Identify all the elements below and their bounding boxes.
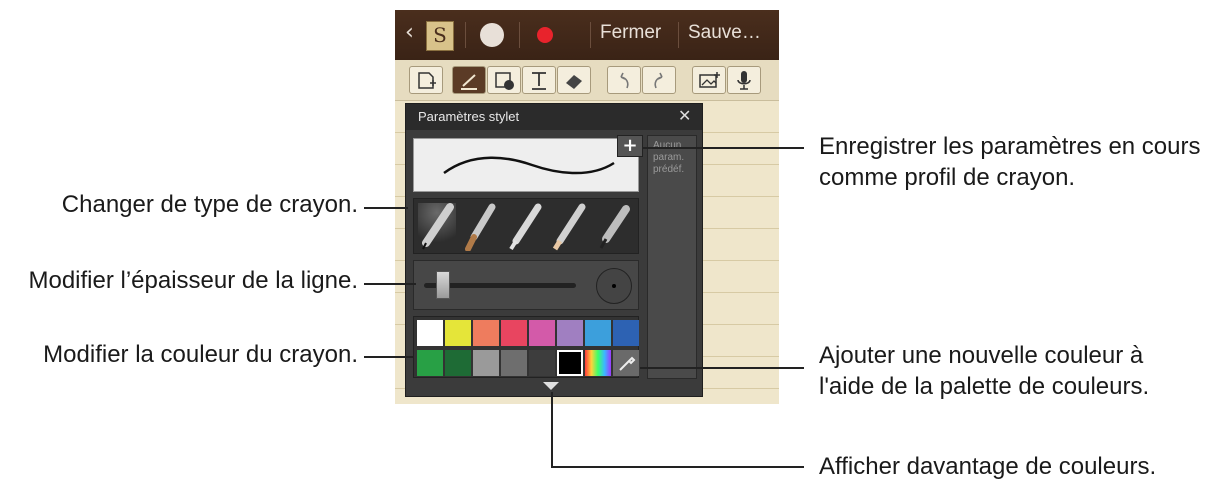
callout-thickness: Modifier l’épaisseur de la ligne. [28, 267, 358, 294]
thickness-preview [596, 268, 632, 304]
chisel-icon [552, 203, 586, 251]
pen-type-pen[interactable] [418, 203, 456, 251]
redo-icon [654, 72, 663, 89]
leader-line-add-color [640, 367, 804, 369]
color-swatch[interactable] [585, 320, 611, 346]
voice-button[interactable] [727, 66, 761, 94]
page-add-button[interactable] [409, 66, 443, 94]
shape-icon [495, 72, 514, 90]
insert-image-button[interactable] [692, 66, 726, 94]
marker-icon [599, 205, 630, 249]
more-colors-arrow-icon[interactable] [543, 382, 559, 390]
spectrum-swatch[interactable] [585, 350, 611, 376]
text-icon [532, 72, 546, 90]
eraser-icon [566, 75, 582, 89]
leader-line-more-colors-horizontal [551, 466, 804, 468]
s-note-app-icon[interactable]: S [426, 21, 454, 51]
pen-icon [461, 74, 477, 90]
leader-line-pen-type [364, 207, 408, 209]
color-swatch-selected[interactable] [557, 350, 583, 376]
pen-type-marker[interactable] [594, 203, 632, 251]
stroke-preview-curve [443, 156, 615, 175]
callout-save-profile-line1: Enregistrer les paramètres en cours [819, 133, 1201, 160]
pen-type-brush[interactable] [462, 203, 500, 252]
preset-list: Aucun param. prédéf. [647, 135, 697, 379]
callout-color: Modifier la couleur du crayon. [43, 341, 358, 368]
stroke-preview [413, 138, 639, 192]
pencil-icon [509, 203, 542, 251]
pen-type-chisel[interactable] [550, 203, 588, 251]
help-icon[interactable] [480, 23, 504, 47]
pen-tool-button[interactable] [452, 66, 486, 94]
action-bar: ‹ S Fermer Sauve… [395, 10, 779, 60]
undo-button[interactable] [607, 66, 641, 94]
color-swatch[interactable] [445, 350, 471, 376]
leader-line-save-profile [642, 147, 804, 149]
callout-add-color-line2: l'aide de la palette de couleurs. [819, 373, 1150, 400]
leader-line-more-colors-vertical [551, 392, 553, 468]
panel-title: Paramètres stylet [418, 109, 520, 124]
redo-button[interactable] [642, 66, 676, 94]
callout-add-color-line1: Ajouter une nouvelle couleur à [819, 342, 1144, 369]
close-button[interactable]: Fermer [600, 22, 661, 44]
close-icon[interactable]: ✕ [678, 104, 691, 130]
pen-type-pencil[interactable] [506, 203, 544, 251]
color-palette [413, 316, 639, 378]
color-swatch[interactable] [501, 320, 527, 346]
undo-icon [620, 72, 629, 89]
pen-type-selector [413, 198, 639, 254]
save-button[interactable]: Sauve… [688, 22, 761, 44]
insert-image-icon [699, 72, 720, 88]
thickness-slider-thumb[interactable] [436, 271, 450, 299]
color-swatch[interactable] [417, 350, 443, 376]
color-swatch[interactable] [613, 320, 639, 346]
panel-header: Paramètres stylet ✕ [406, 104, 702, 130]
callout-pen-type: Changer de type de crayon. [61, 191, 358, 218]
eraser-tool-button[interactable] [557, 66, 591, 94]
thickness-control [413, 260, 639, 310]
microphone-icon [737, 71, 751, 90]
color-swatch[interactable] [529, 350, 555, 376]
text-tool-button[interactable] [522, 66, 556, 94]
leader-line-color [364, 356, 414, 358]
preset-empty-text: Aucun param. prédéf. [653, 140, 685, 175]
pen-nib-icon [422, 203, 454, 250]
add-preset-button[interactable]: + [617, 135, 643, 157]
color-swatch[interactable] [417, 320, 443, 346]
color-swatch[interactable] [473, 320, 499, 346]
color-swatch[interactable] [473, 350, 499, 376]
page-add-icon [418, 72, 436, 89]
color-swatch[interactable] [501, 350, 527, 376]
color-swatch[interactable] [445, 320, 471, 346]
tool-toolbar [395, 60, 779, 101]
leader-line-thickness [364, 283, 416, 285]
color-swatch[interactable] [557, 320, 583, 346]
callout-more-colors: Afficher davantage de couleurs. [819, 453, 1157, 480]
eyedropper-icon[interactable] [613, 350, 639, 376]
shape-tool-button[interactable] [487, 66, 521, 94]
record-icon[interactable] [537, 27, 553, 43]
color-swatch[interactable] [529, 320, 555, 346]
back-icon[interactable]: ‹ [405, 20, 414, 45]
callout-save-profile-line2: comme profil de crayon. [819, 164, 1076, 191]
brush-icon [465, 203, 496, 252]
